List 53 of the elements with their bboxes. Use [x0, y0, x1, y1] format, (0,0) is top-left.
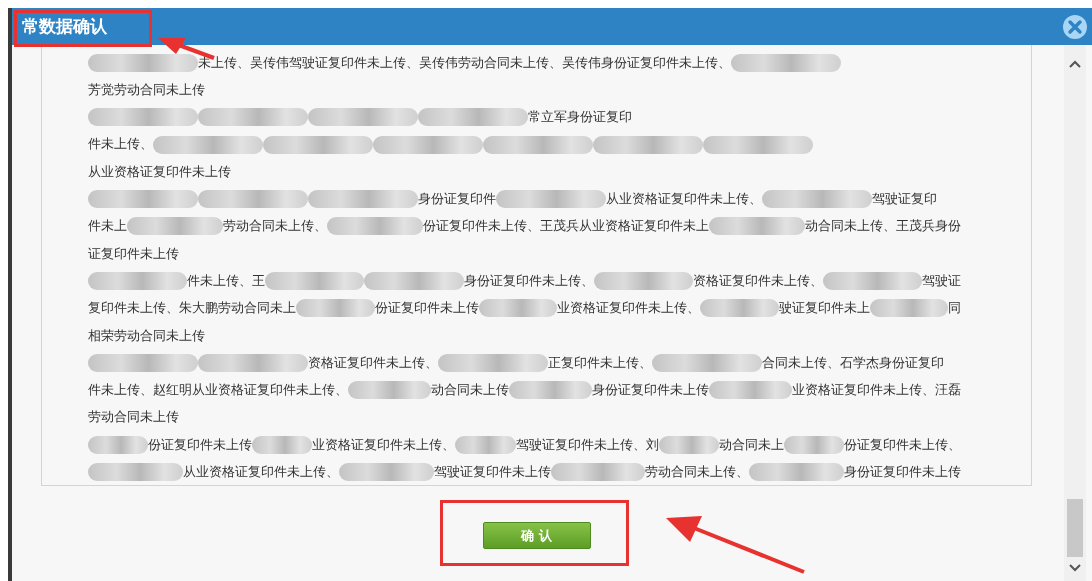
blurred-redaction — [88, 435, 149, 454]
text-fragment: 复印件未上传、朱大鹏劳动合同未上 — [88, 299, 296, 318]
text-fragment: 身份证复印件未上传 — [844, 463, 961, 482]
text-fragment: 驾驶证复印件未上传 — [433, 463, 551, 482]
text-fragment: 劳动合同未上传 — [88, 408, 179, 427]
text-fragment: 件未上 — [88, 217, 127, 236]
text-fragment: 证复印件未上传 — [88, 244, 179, 263]
close-icon — [1062, 13, 1088, 40]
text-fragment: 动合同未上 — [718, 435, 784, 454]
text-fragment: 资格证复印件未上传、 — [692, 271, 823, 290]
text-fragment: 业资格证复印件未上传、汪磊 — [792, 381, 961, 400]
text-fragment: 劳动合同未上传、 — [645, 463, 750, 482]
text-fragment: 合同未上传、石学杰身份证复印 — [762, 353, 944, 372]
text-fragment: 份证复印件未上传、 — [844, 435, 961, 454]
scrollbar[interactable] — [1064, 45, 1086, 581]
text-fragment: 相荣劳动合同未上传 — [88, 326, 205, 345]
text-fragment: 驾驶证复印件未上传、刘 — [515, 435, 659, 454]
blurred-redaction — [658, 435, 719, 454]
confirm-button[interactable]: 确 认 — [482, 522, 591, 549]
text-fragment: 从业资格证复印件未上传 — [88, 162, 231, 181]
dialog-title: 常数据确认 — [22, 14, 107, 38]
text-fragment: 件未上传、 — [88, 135, 153, 154]
text-fragment: 同 — [948, 299, 961, 318]
text-fragment: 驶证复印件未上 — [778, 299, 870, 318]
text-fragment: 资格证复印件未上传、 — [308, 353, 438, 372]
text-fragment: 驾驶证复印 — [872, 190, 937, 209]
text-fragment: 身份证复印件 — [418, 190, 496, 209]
text-fragment: 业资格证复印件未上传、 — [312, 435, 456, 454]
text-fragment: 件未上传、赵红明从业资格证复印件未上传、 — [88, 381, 348, 400]
blurred-redaction — [252, 435, 313, 454]
text-fragment: 从业资格证复印件未上传、 — [182, 463, 339, 482]
text-fragment: 正复印件未上传、 — [548, 353, 652, 372]
text-fragment: 驾驶证 — [922, 271, 961, 290]
scroll-down-icon[interactable] — [1068, 563, 1082, 573]
text-fragment: 动合同未上传、王茂兵身份 — [805, 217, 961, 236]
text-fragment: 未上传、吴传伟驾驶证复印件未上传、吴传伟劳动合同未上传、吴传伟身份证复印件未上传、 — [198, 53, 731, 72]
text-fragment: 份证复印件未上传 — [148, 435, 253, 454]
close-button[interactable] — [1062, 13, 1088, 40]
text-fragment: 劳动合同未上传、 — [223, 217, 327, 236]
text-fragment: 份证复印件未上传、王茂兵从业资格证复印件未上 — [423, 217, 709, 236]
scroll-up-icon[interactable] — [1068, 59, 1082, 69]
text-fragment: 动合同未上传 — [431, 381, 509, 400]
blurred-redaction — [783, 435, 844, 454]
text-fragment: 身份证复印件未上传、 — [463, 271, 594, 290]
scrollbar-thumb[interactable] — [1067, 499, 1083, 557]
text-fragment: 从业资格证复印件未上传、 — [606, 190, 762, 209]
text-fragment: 身份证复印件未上传 — [592, 381, 709, 400]
text-fragment: 业资格证复印件未上传、 — [557, 299, 700, 318]
text-fragment: 件未上传、王 — [187, 271, 266, 290]
text-fragment: 常立军身份证复印 — [528, 108, 632, 127]
blurred-redaction — [455, 435, 516, 454]
text-fragment: 份证复印件未上传 — [374, 299, 479, 318]
text-fragment: 芳觉劳动合同未上传 — [88, 80, 205, 99]
